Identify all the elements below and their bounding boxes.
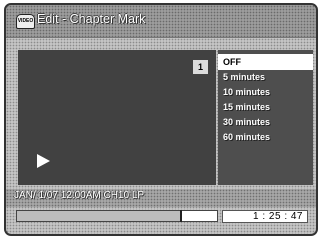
playback-progress-bar [16,210,218,222]
menu-item-10-minutes[interactable]: 10 minutes [218,85,313,100]
menu-item-15-minutes[interactable]: 15 minutes [218,100,313,115]
progress-fill [17,211,181,221]
progress-marker [180,210,182,222]
menu-item-30-minutes[interactable]: 30 minutes [218,115,313,130]
menu-item-60-minutes[interactable]: 60 minutes [218,130,313,145]
title-bar: VIDEO Edit - Chapter Mark [6,5,316,38]
recording-info: JAN/ 1/07 12:00AM CH10 LP [14,190,145,201]
chapter-interval-menu: OFF 5 minutes 10 minutes 15 minutes 30 m… [218,50,313,185]
chapter-number-badge: 1 [193,60,208,74]
play-icon [37,154,50,168]
video-badge-label: VIDEO [17,18,34,24]
video-badge-icon: VIDEO [16,14,35,29]
page-title: Edit - Chapter Mark [37,12,146,26]
menu-item-5-minutes[interactable]: 5 minutes [218,70,313,85]
menu-item-off[interactable]: OFF [218,54,313,70]
elapsed-time: 1 : 25 : 47 [222,210,308,223]
